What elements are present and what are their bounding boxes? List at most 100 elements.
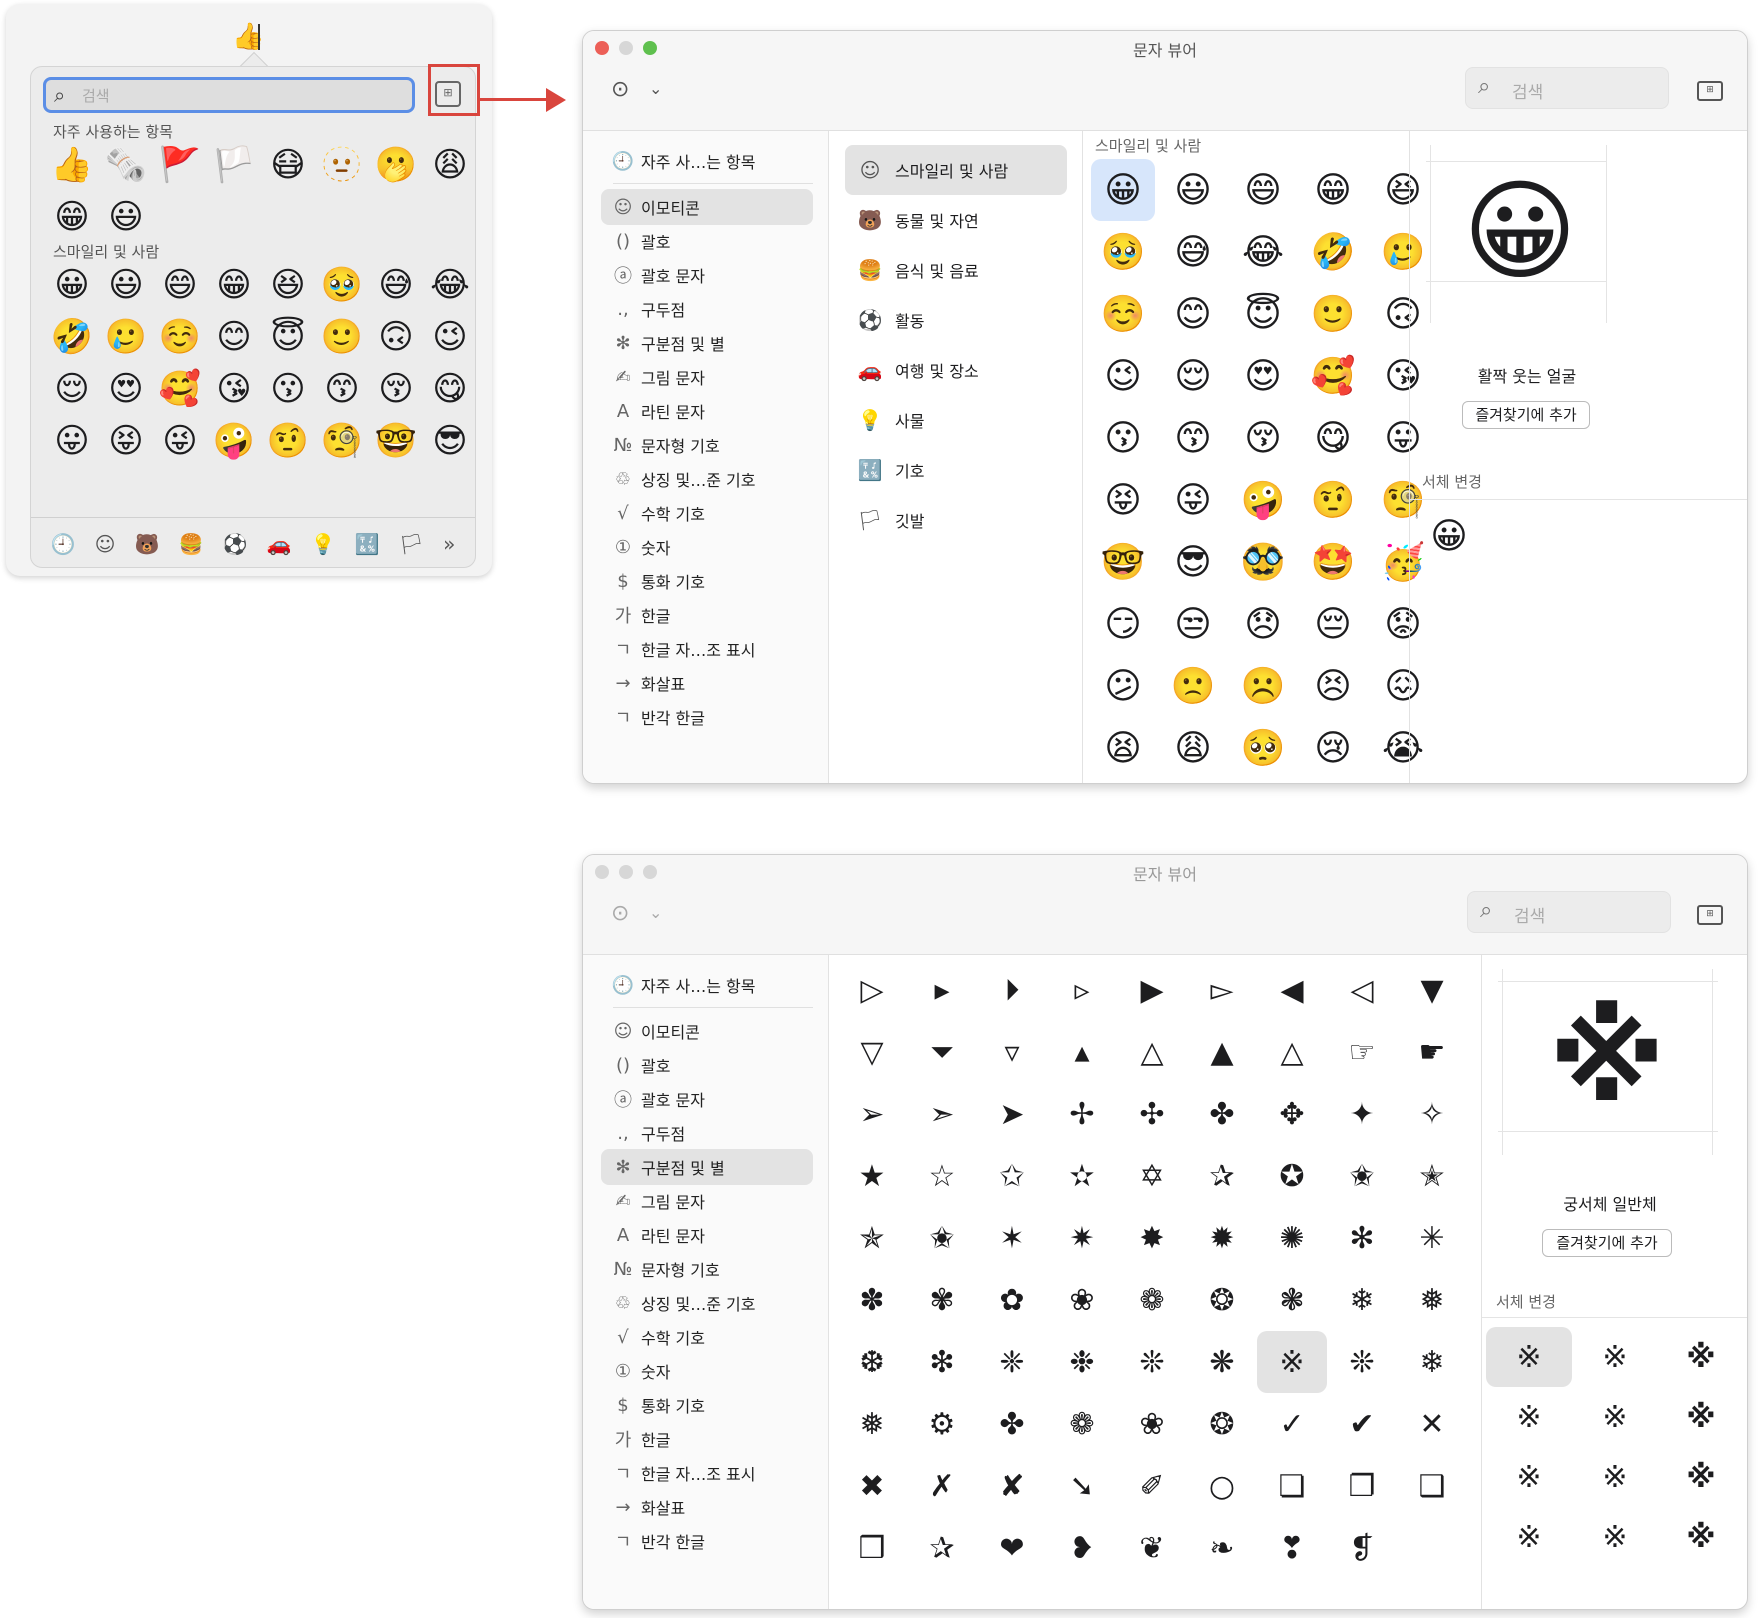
sidebar-item[interactable]: $ 통화 기호 — [601, 1387, 813, 1423]
emoji-cell[interactable]: 😎 — [1161, 531, 1225, 593]
symbol-cell[interactable]: ✢ — [1047, 1083, 1117, 1145]
emoji-cell[interactable]: 😁 — [1301, 159, 1365, 221]
symbol-cell[interactable]: ✧ — [1397, 1083, 1467, 1145]
symbol-cell[interactable]: ❤ — [977, 1517, 1047, 1579]
symbol-cell[interactable]: ❏ — [1257, 1455, 1327, 1517]
emoji-cell[interactable]: 😚 — [1231, 407, 1295, 469]
symbol-cell[interactable]: ❄ — [1397, 1331, 1467, 1393]
emoji-cell[interactable]: 😢 — [1301, 717, 1365, 779]
symbol-cell[interactable]: ❡ — [1327, 1517, 1397, 1579]
sidebar-item[interactable]: ⓐ 괄호 문자 — [601, 257, 813, 293]
search-field[interactable]: ⌕ 검색 — [1465, 67, 1669, 109]
compact-view-icon[interactable]: ⊞ — [1697, 81, 1723, 101]
sidebar-item[interactable]: ✍ 그림 문자 — [601, 359, 813, 395]
font-variant-cell[interactable]: ※ — [1572, 1327, 1658, 1387]
symbol-cell[interactable]: ▷ — [837, 959, 907, 1021]
sidebar-item[interactable]: √ 수학 기호 — [601, 495, 813, 531]
chevron-down-icon[interactable]: ⌄ — [649, 903, 662, 922]
emoji-cell[interactable]: 😝 — [1091, 469, 1155, 531]
emoji-cell[interactable]: 😌 — [45, 367, 99, 411]
emoji-cell[interactable]: 👍 — [45, 143, 99, 187]
symbol-cell[interactable]: ➢ — [837, 1083, 907, 1145]
symbol-cell[interactable]: ✤ — [1187, 1083, 1257, 1145]
emoji-cell[interactable]: 😝 — [99, 419, 153, 463]
animals-tab-icon[interactable]: 🐻 — [135, 532, 160, 556]
emoji-cell[interactable]: 😀 — [45, 263, 99, 307]
sidebar-item[interactable]: ✻ 구분점 및 별 — [601, 1149, 813, 1185]
emoji-cell[interactable]: 😩 — [1161, 717, 1225, 779]
emoji-cell[interactable]: 😙 — [1161, 407, 1225, 469]
symbol-cell[interactable]: ❁ — [1047, 1393, 1117, 1455]
symbol-cell[interactable]: ✰ — [907, 1517, 977, 1579]
sidebar-item[interactable]: → 화살표 — [601, 1489, 813, 1525]
emoji-cell[interactable]: 😃 — [99, 263, 153, 307]
activity-tab-icon[interactable]: ⚽ — [223, 532, 248, 556]
emoji-cell[interactable]: 😂 — [423, 263, 475, 307]
subcategory-item[interactable]: 🍔 음식 및 음료 — [845, 245, 1067, 295]
emoji-cell[interactable]: 🥺 — [1231, 717, 1295, 779]
emoji-cell[interactable]: 🙂 — [1301, 283, 1365, 345]
more-options-icon[interactable]: ⊙ — [611, 77, 629, 102]
symbol-cell[interactable]: ❇ — [907, 1331, 977, 1393]
emoji-cell[interactable]: ☺️ — [153, 315, 207, 359]
symbol-cell[interactable]: ❃ — [1257, 1269, 1327, 1331]
symbol-cell[interactable]: ❅ — [837, 1393, 907, 1455]
symbol-cell[interactable]: ☞ — [1327, 1021, 1397, 1083]
emoji-cell[interactable]: 😫 — [1091, 717, 1155, 779]
emoji-cell[interactable]: 🥲 — [99, 315, 153, 359]
symbol-cell[interactable]: ⚙ — [907, 1393, 977, 1455]
font-variant-cell[interactable]: ※ — [1486, 1507, 1572, 1567]
sidebar-item[interactable]: 가 한글 — [601, 1421, 813, 1457]
symbol-cell[interactable]: ✸ — [1117, 1207, 1187, 1269]
emoji-cell[interactable]: ☹️ — [1231, 655, 1295, 717]
font-variant-cell[interactable]: ※ — [1658, 1327, 1744, 1387]
symbols-tab-icon[interactable]: 🔣 — [355, 532, 380, 556]
symbol-cell[interactable]: ✷ — [1047, 1207, 1117, 1269]
food-tab-icon[interactable]: 🍔 — [179, 532, 204, 556]
emoji-cell[interactable]: 🤪 — [1231, 469, 1295, 531]
emoji-cell[interactable]: 😞 — [1231, 593, 1295, 655]
sidebar-item[interactable]: № 문자형 기호 — [601, 427, 813, 463]
symbol-cell[interactable]: ✔ — [1327, 1393, 1397, 1455]
emoji-cell[interactable]: 🫥 — [315, 143, 369, 187]
symbol-cell[interactable]: ▲ — [1187, 1021, 1257, 1083]
add-favorite-button[interactable]: 즐겨찾기에 추가 — [1462, 401, 1590, 429]
symbol-cell[interactable]: ▹ — [1047, 959, 1117, 1021]
subcategory-item[interactable]: 🚗 여행 및 장소 — [845, 345, 1067, 395]
symbol-cell[interactable]: ○ — [1187, 1455, 1257, 1517]
emoji-cell[interactable]: 😩 — [423, 143, 475, 187]
symbol-cell[interactable]: △ — [1257, 1021, 1327, 1083]
symbol-cell[interactable]: ◀ — [1257, 959, 1327, 1021]
emoji-cell[interactable]: 😇 — [261, 315, 315, 359]
symbol-cell[interactable]: ✹ — [1187, 1207, 1257, 1269]
symbol-cell[interactable]: ▶ — [1117, 959, 1187, 1021]
objects-tab-icon[interactable]: 💡 — [311, 532, 336, 556]
sidebar-item[interactable]: ., 구두점 — [601, 1115, 813, 1151]
sidebar-item[interactable]: ☺ 이모티콘 — [601, 189, 813, 225]
sidebar-item[interactable]: ♲ 상징 및…준 기호 — [601, 1285, 813, 1321]
font-variant-cell[interactable]: ※ — [1486, 1387, 1572, 1447]
sidebar-item[interactable]: ⓐ 괄호 문자 — [601, 1081, 813, 1117]
search-field[interactable]: ⌕ 검색 — [1467, 891, 1671, 933]
symbol-cell[interactable]: ❂ — [1187, 1393, 1257, 1455]
emoji-cell[interactable]: 😗 — [261, 367, 315, 411]
sidebar-item[interactable]: ① 숫자 — [601, 1353, 813, 1389]
symbol-cell[interactable]: ❥ — [1047, 1517, 1117, 1579]
symbol-cell[interactable]: ❂ — [1187, 1269, 1257, 1331]
symbol-cell[interactable]: ★ — [837, 1145, 907, 1207]
emoji-cell[interactable]: 😅 — [1161, 221, 1225, 283]
emoji-cell[interactable]: 🥰 — [153, 367, 207, 411]
symbol-cell[interactable]: ❧ — [1187, 1517, 1257, 1579]
symbol-cell[interactable]: ❋ — [1187, 1331, 1257, 1393]
emoji-cell[interactable]: 😚 — [369, 367, 423, 411]
emoji-cell[interactable]: 😍 — [1231, 345, 1295, 407]
emoji-cell[interactable]: 😋 — [1301, 407, 1365, 469]
symbol-cell[interactable]: ✭ — [1397, 1145, 1467, 1207]
symbol-cell[interactable]: ❒ — [837, 1517, 907, 1579]
symbol-cell[interactable]: ✖ — [837, 1455, 907, 1517]
symbol-cell[interactable]: ✗ — [907, 1455, 977, 1517]
emoji-cell[interactable]: 😛 — [45, 419, 99, 463]
symbol-cell[interactable]: ❊ — [1327, 1331, 1397, 1393]
sidebar-item[interactable]: 가 한글 — [601, 597, 813, 633]
more-tabs-icon[interactable]: » — [443, 532, 455, 556]
